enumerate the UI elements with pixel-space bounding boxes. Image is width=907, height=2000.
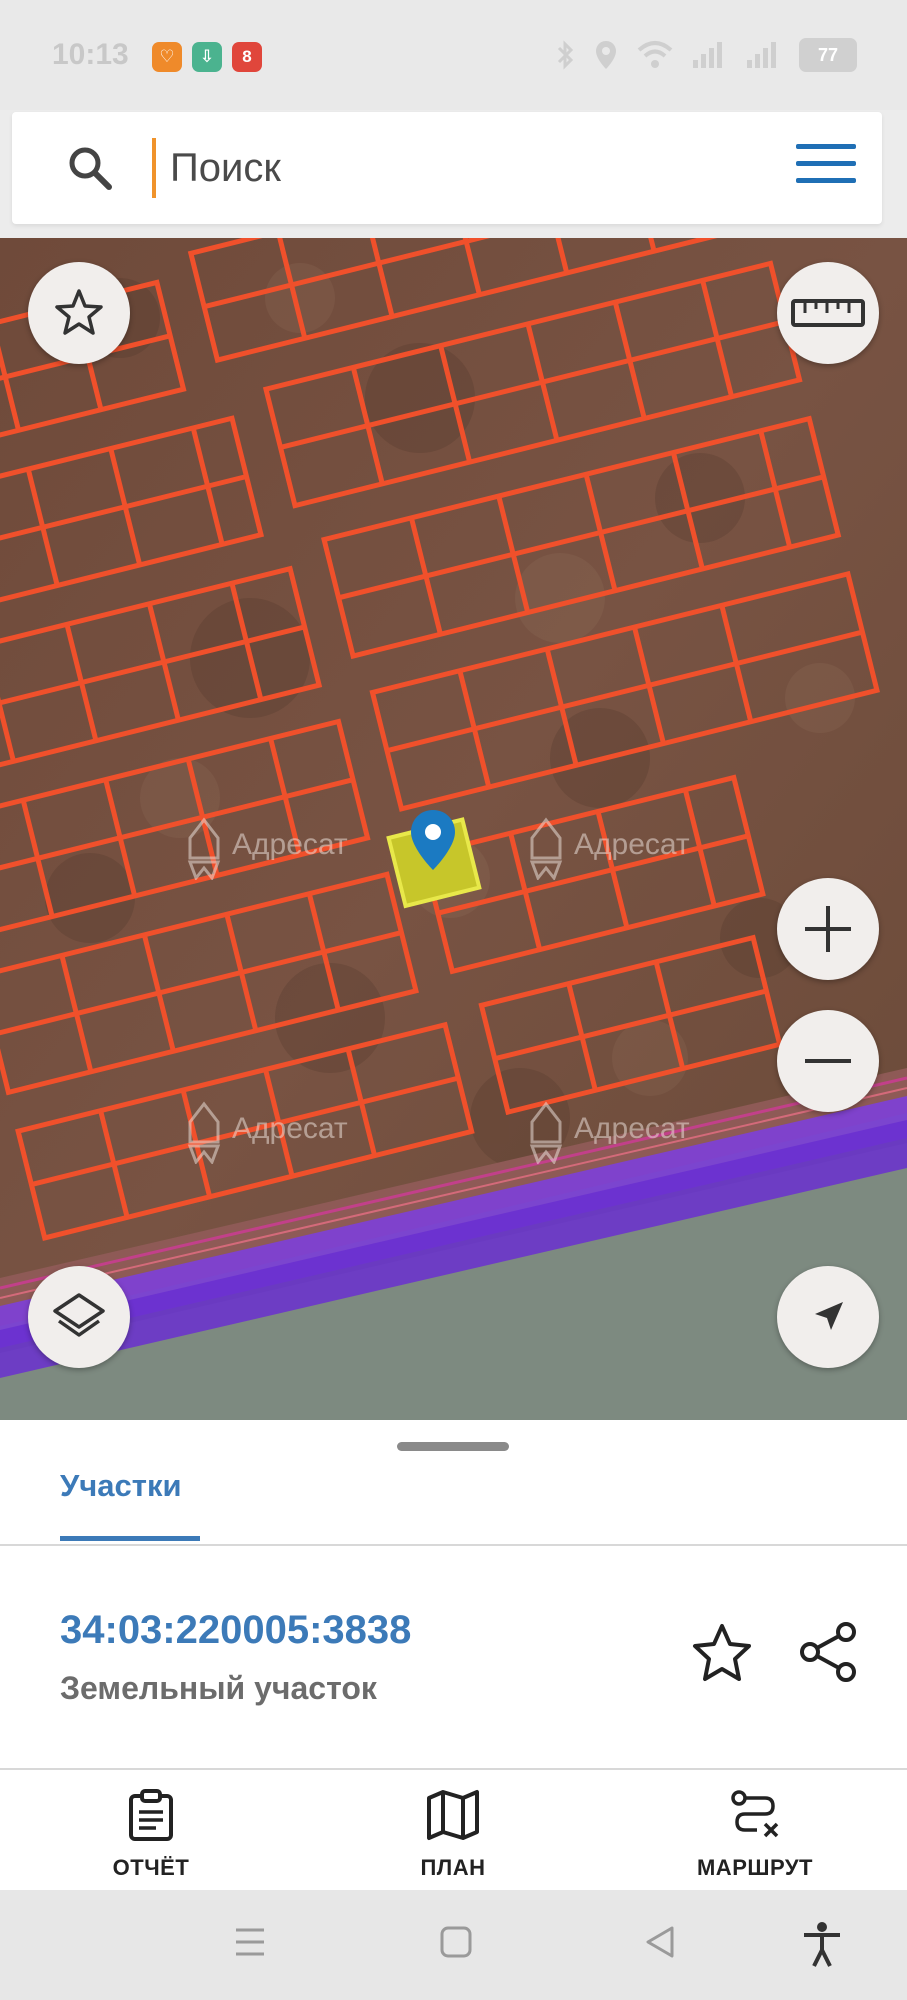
- battery-indicator: 77: [799, 38, 857, 72]
- menu-button[interactable]: [796, 144, 856, 194]
- cadastral-number[interactable]: 34:03:220005:3838: [60, 1608, 411, 1653]
- satellite-map: [0, 238, 907, 1420]
- menu-icon-line: [796, 144, 856, 149]
- divider: [0, 1544, 907, 1546]
- tab-parcels[interactable]: Участки: [60, 1468, 182, 1504]
- signal-strength-icon: [693, 42, 722, 68]
- zoom-out-button[interactable]: [777, 1010, 879, 1112]
- report-button[interactable]: ОТЧЁТ: [61, 1788, 241, 1881]
- layers-button[interactable]: [28, 1266, 130, 1368]
- search-bar: [12, 112, 882, 224]
- map-icon: [427, 1790, 479, 1840]
- active-tab-indicator: [60, 1536, 200, 1541]
- status-bar: 10:13 ♡ ⇩ 8 77: [0, 0, 907, 110]
- wifi-icon: [637, 41, 673, 68]
- app-notification-orange-icon: ♡: [152, 42, 182, 72]
- sheet-drag-handle[interactable]: [397, 1442, 509, 1451]
- watermark-text: Адресат: [574, 828, 690, 861]
- watermark-logo-icon: [187, 1101, 221, 1164]
- text-cursor: [152, 138, 156, 198]
- ruler-button[interactable]: [777, 262, 879, 364]
- accessibility-icon[interactable]: [800, 1920, 844, 1968]
- layers-icon: [53, 1293, 105, 1337]
- plus-icon: [805, 906, 851, 952]
- divider: [0, 1768, 907, 1770]
- app-notification-red-icon: 8: [232, 42, 262, 72]
- download-notification-icon: ⇩: [192, 42, 222, 72]
- watermark: Адресат: [526, 1094, 690, 1164]
- clipboard-icon: [129, 1789, 173, 1841]
- route-label: МАРШРУТ: [696, 1855, 813, 1880]
- star-icon: [55, 289, 103, 335]
- share-icon[interactable]: [798, 1620, 860, 1684]
- minus-icon: [805, 1059, 851, 1063]
- search-icon[interactable]: [66, 144, 114, 192]
- report-label: ОТЧЁТ: [112, 1855, 190, 1880]
- signal-strength-icon-2: [747, 42, 776, 68]
- watermark-text: Адресат: [232, 828, 348, 861]
- navigation-arrow-icon: [815, 1302, 843, 1330]
- status-indicators: 77: [555, 38, 857, 72]
- watermark-logo-icon: [529, 1101, 563, 1164]
- plan-label: ПЛАН: [420, 1855, 486, 1880]
- system-navigation-bar: [0, 1890, 907, 2000]
- favorites-button[interactable]: [28, 262, 130, 364]
- bluetooth-icon: [557, 40, 574, 70]
- watermark: Адресат: [526, 810, 690, 880]
- menu-icon-line: [796, 178, 856, 183]
- route-button[interactable]: МАРШРУТ: [665, 1788, 845, 1881]
- menu-icon-line: [796, 161, 856, 166]
- zoom-in-button[interactable]: [777, 878, 879, 980]
- watermark-logo-icon: [187, 817, 221, 880]
- star-outline-icon[interactable]: [690, 1622, 754, 1684]
- back-icon[interactable]: [640, 1920, 680, 1964]
- home-icon[interactable]: [436, 1920, 476, 1964]
- watermark-text: Адресат: [574, 1112, 690, 1145]
- watermark: Адресат: [184, 1094, 348, 1164]
- status-time: 10:13: [52, 38, 129, 71]
- ruler-icon: [791, 299, 865, 327]
- search-input[interactable]: [164, 138, 710, 198]
- parcel-info-sheet: Участки 34:03:220005:3838 Земельный учас…: [0, 1420, 907, 1890]
- my-location-button[interactable]: [777, 1266, 879, 1368]
- watermark-text: Адресат: [232, 1112, 348, 1145]
- location-icon: [596, 41, 616, 69]
- plan-button[interactable]: ПЛАН: [363, 1788, 543, 1881]
- recent-apps-icon[interactable]: [230, 1920, 270, 1964]
- watermark-logo-icon: [529, 817, 563, 880]
- route-icon: [731, 1790, 779, 1838]
- map-view[interactable]: Адресат Адресат Адресат Адресат: [0, 238, 907, 1420]
- watermark: Адресат: [184, 810, 348, 880]
- parcel-type: Земельный участок: [60, 1670, 377, 1706]
